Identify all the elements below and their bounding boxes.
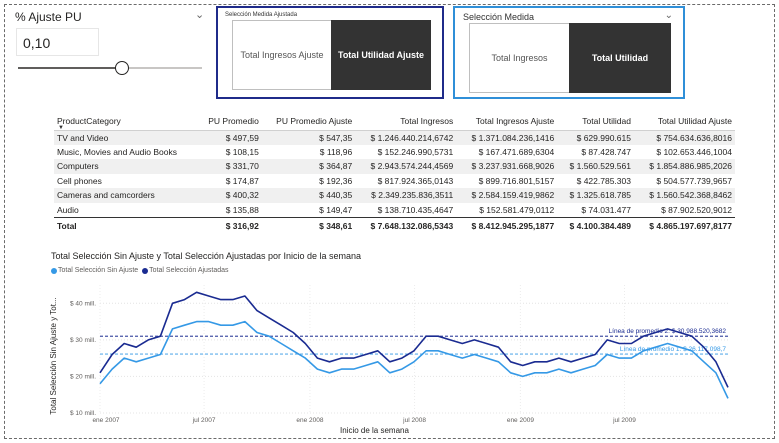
y-tick-label: $ 20 mill. <box>70 373 96 380</box>
x-tick-label: ene 2007 <box>92 417 119 424</box>
x-tick-label: ene 2008 <box>296 417 323 424</box>
x-tick-label: jul 2007 <box>192 417 216 424</box>
y-tick-label: $ 30 mill. <box>70 337 96 344</box>
x-tick-label: jul 2009 <box>612 417 636 424</box>
series-line-ajustadas <box>99 291 729 388</box>
x-tick-label: ene 2009 <box>507 417 534 424</box>
line-chart-plot[interactable]: $ 40 mill. $ 30 mill. $ 20 mill. $ 10 mill.… <box>0 0 779 443</box>
reference-line-label: Línea de promedio 1: $ 26.117.098,7 <box>620 346 727 353</box>
y-tick-label: $ 40 mill. <box>70 300 96 307</box>
x-tick-label: jul 2008 <box>402 417 426 424</box>
y-tick-label: $ 10 mill. <box>70 410 96 417</box>
